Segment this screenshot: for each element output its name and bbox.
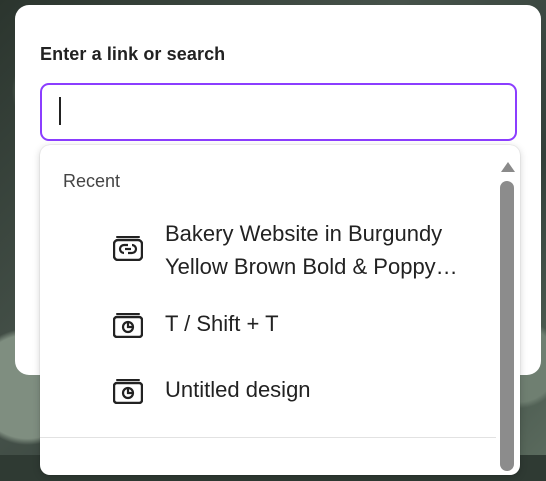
recent-section-title: Recent <box>63 171 121 191</box>
recent-item[interactable]: T / Shift + T <box>40 307 500 343</box>
divider <box>40 437 496 438</box>
scroll-up-arrow-icon[interactable] <box>501 162 515 172</box>
scrollbar-thumb[interactable] <box>500 181 514 471</box>
recent-item-label: T / Shift + T <box>165 311 279 336</box>
design-icon <box>112 312 144 339</box>
recent-item[interactable]: Untitled design <box>40 373 500 409</box>
scrollbar[interactable] <box>500 181 514 481</box>
recent-item[interactable]: Bakery Website in Burgundy Yellow Brown … <box>40 217 500 287</box>
recent-item-label: Untitled design <box>165 377 311 402</box>
recent-item-label: Bakery Website in Burgundy Yellow Brown … <box>165 221 458 279</box>
website-design-icon <box>112 235 144 262</box>
text-caret <box>59 97 61 125</box>
design-icon <box>112 378 144 405</box>
link-search-label: Enter a link or search <box>40 44 226 64</box>
recent-dropdown: Recent Bakery Website in Burgundy Yellow… <box>40 145 520 475</box>
link-search-input[interactable] <box>40 83 517 141</box>
